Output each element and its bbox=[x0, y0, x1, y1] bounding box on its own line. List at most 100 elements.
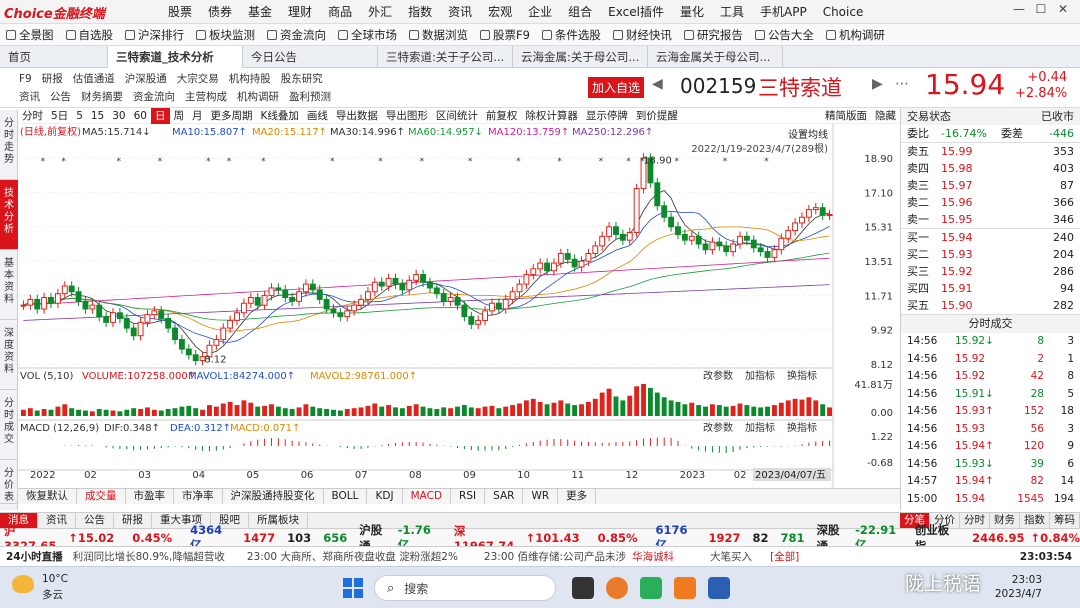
chart-tool-5[interactable]: 60 bbox=[130, 108, 151, 124]
bids-row[interactable]: 买五 15.90 282 bbox=[901, 297, 1080, 314]
page-tab-3[interactable]: 三特索道:关于子公司... bbox=[378, 45, 513, 68]
info-link-row2-2[interactable]: 财务摘要 bbox=[76, 89, 128, 104]
indicator-tab-10[interactable]: WR bbox=[523, 489, 559, 504]
chart-tool-19[interactable]: 精简版面 bbox=[821, 108, 871, 124]
toolbar-item-11[interactable]: 公告大全 bbox=[749, 24, 820, 46]
right-tab-3[interactable]: 财务 bbox=[990, 513, 1020, 528]
toolbar-item-5[interactable]: 全球市场 bbox=[332, 24, 403, 46]
asks-row[interactable]: 卖四 15.98 403 bbox=[901, 160, 1080, 177]
news-tab-6[interactable]: 所属板块 bbox=[249, 513, 308, 528]
browser-icon[interactable] bbox=[606, 577, 628, 599]
chart-tool-1[interactable]: 5日 bbox=[47, 108, 72, 124]
page-tab-0[interactable]: 首页 bbox=[0, 45, 108, 68]
toolbar-item-8[interactable]: 条件选股 bbox=[536, 24, 607, 46]
bids-row[interactable]: 买二 15.93 204 bbox=[901, 246, 1080, 263]
chart-tool-13[interactable]: 导出图形 bbox=[382, 108, 432, 124]
indicator-tab-8[interactable]: RSI bbox=[451, 489, 486, 504]
menu-item-13[interactable]: 工具 bbox=[712, 0, 752, 24]
close-icon[interactable]: ✕ bbox=[1052, 2, 1074, 16]
chart-tool-3[interactable]: 15 bbox=[87, 108, 108, 124]
bids-row[interactable]: 买一 15.94 240 bbox=[901, 229, 1080, 246]
menu-item-8[interactable]: 宏观 bbox=[480, 0, 520, 24]
menu-item-3[interactable]: 理财 bbox=[280, 0, 320, 24]
choice-app-icon[interactable] bbox=[674, 577, 696, 599]
next-stock-icon[interactable]: ▶ bbox=[872, 76, 883, 92]
menu-item-4[interactable]: 商品 bbox=[320, 0, 360, 24]
weather-temp[interactable]: 10°C bbox=[42, 573, 68, 585]
page-tab-5[interactable]: 云海金属关于母公司... bbox=[648, 45, 783, 68]
page-tab-4[interactable]: 云海金属:关于母公司... bbox=[513, 45, 648, 68]
info-link-row1-5[interactable]: 机构持股 bbox=[224, 71, 276, 86]
add-watchlist-button[interactable]: 加入自选 bbox=[588, 77, 645, 98]
menu-item-14[interactable]: 手机APP bbox=[752, 0, 815, 24]
left-tab-4[interactable]: 分时成交 bbox=[0, 390, 18, 460]
menu-item-7[interactable]: 资讯 bbox=[440, 0, 480, 24]
start-icon[interactable] bbox=[342, 577, 364, 599]
indicator-tab-2[interactable]: 市盈率 bbox=[126, 489, 174, 504]
left-tab-0[interactable]: 分时走势 bbox=[0, 110, 18, 180]
info-link-row1-6[interactable]: 股东研究 bbox=[276, 71, 328, 86]
chart-tool-14[interactable]: 区间统计 bbox=[432, 108, 482, 124]
word-icon[interactable] bbox=[708, 577, 730, 599]
toolbar-item-7[interactable]: 股票F9 bbox=[474, 24, 536, 46]
chart-tool-15[interactable]: 前复权 bbox=[482, 108, 522, 124]
task-view-icon[interactable] bbox=[572, 577, 594, 599]
toolbar-item-12[interactable]: 机构调研 bbox=[820, 24, 891, 46]
info-link-row1-1[interactable]: 研报 bbox=[37, 71, 68, 86]
menu-item-5[interactable]: 外汇 bbox=[360, 0, 400, 24]
menu-item-6[interactable]: 指数 bbox=[400, 0, 440, 24]
ticker-item-2[interactable]: 23:00 大商所、郑商所夜盘收盘 淀粉涨超2% bbox=[225, 549, 458, 564]
wechat-icon[interactable] bbox=[640, 577, 662, 599]
info-link-row1-2[interactable]: 估值通道 bbox=[68, 71, 120, 86]
asks-row[interactable]: 卖一 15.95 346 bbox=[901, 211, 1080, 228]
chart-tool-12[interactable]: 导出数据 bbox=[332, 108, 382, 124]
kline-chart[interactable]: (日线,前复权) MA5:15.714↓ MA10:15.807↑ MA20:15.1… bbox=[18, 124, 900, 488]
indicator-tab-0[interactable]: 恢复默认 bbox=[18, 489, 77, 504]
chart-tool-8[interactable]: 月 bbox=[188, 108, 207, 124]
indicator-tab-6[interactable]: KDJ bbox=[367, 489, 403, 504]
menu-item-11[interactable]: Excel插件 bbox=[600, 0, 672, 24]
indicator-tab-4[interactable]: 沪深股通持股变化 bbox=[223, 489, 324, 504]
menu-item-1[interactable]: 债券 bbox=[200, 0, 240, 24]
chart-tool-20[interactable]: 隐藏 bbox=[871, 108, 900, 124]
chart-tool-2[interactable]: 5 bbox=[72, 108, 87, 124]
right-tab-5[interactable]: 筹码 bbox=[1050, 513, 1080, 528]
right-tab-2[interactable]: 分时 bbox=[960, 513, 990, 528]
bids-row[interactable]: 买四 15.91 94 bbox=[901, 280, 1080, 297]
chart-tool-18[interactable]: 到价提醒 bbox=[632, 108, 682, 124]
info-link-row1-4[interactable]: 大宗交易 bbox=[172, 71, 224, 86]
info-link-row2-3[interactable]: 资金流向 bbox=[128, 89, 180, 104]
page-tab-1[interactable]: 三特索道_技术分析 bbox=[108, 45, 243, 68]
maximize-icon[interactable]: ☐ bbox=[1030, 2, 1052, 16]
left-tab-2[interactable]: 基本资料 bbox=[0, 250, 18, 320]
menu-item-2[interactable]: 基金 bbox=[240, 0, 280, 24]
ticker-label[interactable]: 24小时直播 bbox=[0, 549, 63, 564]
info-link-row1-0[interactable]: F9 bbox=[14, 73, 37, 85]
left-tab-1[interactable]: 技术分析 bbox=[0, 180, 18, 250]
ticker-all[interactable]: [全部] bbox=[752, 549, 799, 564]
news-tab-2[interactable]: 公告 bbox=[76, 513, 114, 528]
ticker-stock[interactable]: 华海诚科 bbox=[626, 549, 674, 564]
menu-item-10[interactable]: 组合 bbox=[560, 0, 600, 24]
asks-row[interactable]: 卖三 15.97 87 bbox=[901, 177, 1080, 194]
news-tab-3[interactable]: 研报 bbox=[114, 513, 152, 528]
asks-row[interactable]: 卖五 15.99 353 bbox=[901, 143, 1080, 160]
info-link-row2-1[interactable]: 公告 bbox=[45, 89, 76, 104]
menu-item-15[interactable]: Choice bbox=[815, 0, 872, 24]
indicator-tab-3[interactable]: 市净率 bbox=[174, 489, 223, 504]
indicator-tab-9[interactable]: SAR bbox=[485, 489, 524, 504]
clock-time[interactable]: 23:03 bbox=[980, 574, 1042, 586]
left-tab-3[interactable]: 深度资料 bbox=[0, 320, 18, 390]
more-icon[interactable]: ⋯ bbox=[895, 76, 909, 92]
indicator-tab-11[interactable]: 更多 bbox=[558, 489, 597, 504]
prev-stock-icon[interactable]: ◀ bbox=[652, 76, 663, 92]
toolbar-item-2[interactable]: 沪深排行 bbox=[119, 24, 190, 46]
ticker-item-1[interactable]: 利润同比增长80.9%,降幅超营收 bbox=[63, 549, 225, 564]
chart-tool-17[interactable]: 显示停牌 bbox=[582, 108, 632, 124]
toolbar-item-4[interactable]: 资金流向 bbox=[261, 24, 332, 46]
chart-tool-10[interactable]: K线叠加 bbox=[257, 108, 303, 124]
indicator-tab-1[interactable]: 成交量 bbox=[77, 489, 126, 504]
asks-row[interactable]: 卖二 15.96 366 bbox=[901, 194, 1080, 211]
toolbar-item-1[interactable]: 自选股 bbox=[60, 24, 120, 46]
menu-item-9[interactable]: 企业 bbox=[520, 0, 560, 24]
